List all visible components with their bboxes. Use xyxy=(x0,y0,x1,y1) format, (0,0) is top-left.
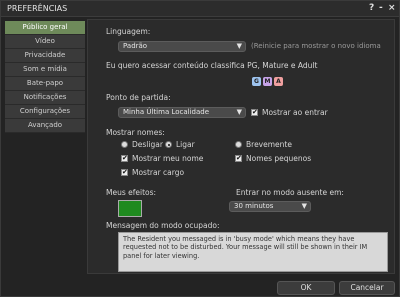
start-location-value: Minha Última Localidade xyxy=(123,108,210,116)
away-timeout-dropdown[interactable]: 30 minutos ▼ xyxy=(229,201,311,212)
language-value: Padrão xyxy=(123,42,148,50)
names-off-label: Desligar xyxy=(132,140,163,149)
tab-advanced[interactable]: Avançado xyxy=(5,119,85,133)
show-my-name-label: Mostrar meu nome xyxy=(132,154,204,163)
tab-chat[interactable]: Bate-papo xyxy=(5,77,85,91)
tab-general[interactable]: Público geral xyxy=(5,21,85,35)
window-title: PREFERÊNCIAS xyxy=(7,4,68,13)
general-panel: Linguagem: Padrão ▼ (Reinicie para mostr… xyxy=(87,19,395,274)
start-location-label: Ponto de partida: xyxy=(106,93,171,102)
show-title-label: Mostrar cargo xyxy=(132,168,185,177)
chevron-down-icon: ▼ xyxy=(236,42,242,50)
names-briefly-radio[interactable] xyxy=(235,141,242,148)
tab-sound-media[interactable]: Som e mídia xyxy=(5,63,85,77)
my-effects-label: Meus efeitos: xyxy=(106,188,157,197)
title-bar: PREFERÊNCIAS ? - × xyxy=(1,1,399,17)
effects-color-swatch[interactable] xyxy=(118,200,142,217)
show-on-login-label: Mostrar ao entrar xyxy=(262,108,328,117)
minimize-icon[interactable]: - xyxy=(379,3,383,13)
ok-button[interactable]: OK xyxy=(277,281,335,295)
tab-setup[interactable]: Configurações xyxy=(5,105,85,119)
cancel-button[interactable]: Cancelar xyxy=(339,281,395,295)
tab-notifications[interactable]: Notificações xyxy=(5,91,85,105)
show-title-checkbox[interactable]: ✔ xyxy=(121,169,128,176)
language-dropdown[interactable]: Padrão ▼ xyxy=(118,41,246,52)
away-timeout-label: Entrar no modo ausente em: xyxy=(236,188,344,197)
preferences-window: PREFERÊNCIAS ? - × Público geral Vídeo P… xyxy=(0,0,400,297)
names-on-radio[interactable] xyxy=(165,141,172,148)
language-label: Linguagem: xyxy=(106,27,151,36)
chevron-down-icon: ▼ xyxy=(301,202,307,210)
show-my-name-checkbox[interactable]: ✔ xyxy=(121,155,128,162)
small-names-label: Nomes pequenos xyxy=(246,154,312,163)
names-on-label: Ligar xyxy=(176,140,195,149)
busy-message-textbox[interactable]: The Resident you messaged is in 'busy mo… xyxy=(118,232,388,272)
start-location-dropdown[interactable]: Minha Última Localidade ▼ xyxy=(118,107,246,118)
help-icon[interactable]: ? xyxy=(369,3,374,13)
rating-a-badge: A xyxy=(274,77,283,86)
language-restart-hint: (Reinicie para mostrar o novo idioma xyxy=(251,42,381,50)
tab-video[interactable]: Vídeo xyxy=(5,35,85,49)
show-names-label: Mostrar nomes: xyxy=(106,128,165,137)
close-icon[interactable]: × xyxy=(388,3,396,13)
content-rating-label: Eu quero acessar conteúdo classifica PG,… xyxy=(106,61,318,70)
show-on-login-checkbox[interactable]: ✔ xyxy=(251,109,258,116)
small-names-checkbox[interactable]: ✔ xyxy=(235,155,242,162)
sidebar: Público geral Vídeo Privacidade Som e mí… xyxy=(5,21,85,133)
away-timeout-value: 30 minutos xyxy=(234,202,274,210)
rating-g-badge: G xyxy=(252,77,261,86)
busy-message-label: Mensagem do modo ocupado: xyxy=(106,221,220,230)
rating-m-badge: M xyxy=(263,77,272,86)
chevron-down-icon: ▼ xyxy=(236,108,242,116)
names-off-radio[interactable] xyxy=(121,141,128,148)
tab-privacy[interactable]: Privacidade xyxy=(5,49,85,63)
names-briefly-label: Brevemente xyxy=(246,140,292,149)
